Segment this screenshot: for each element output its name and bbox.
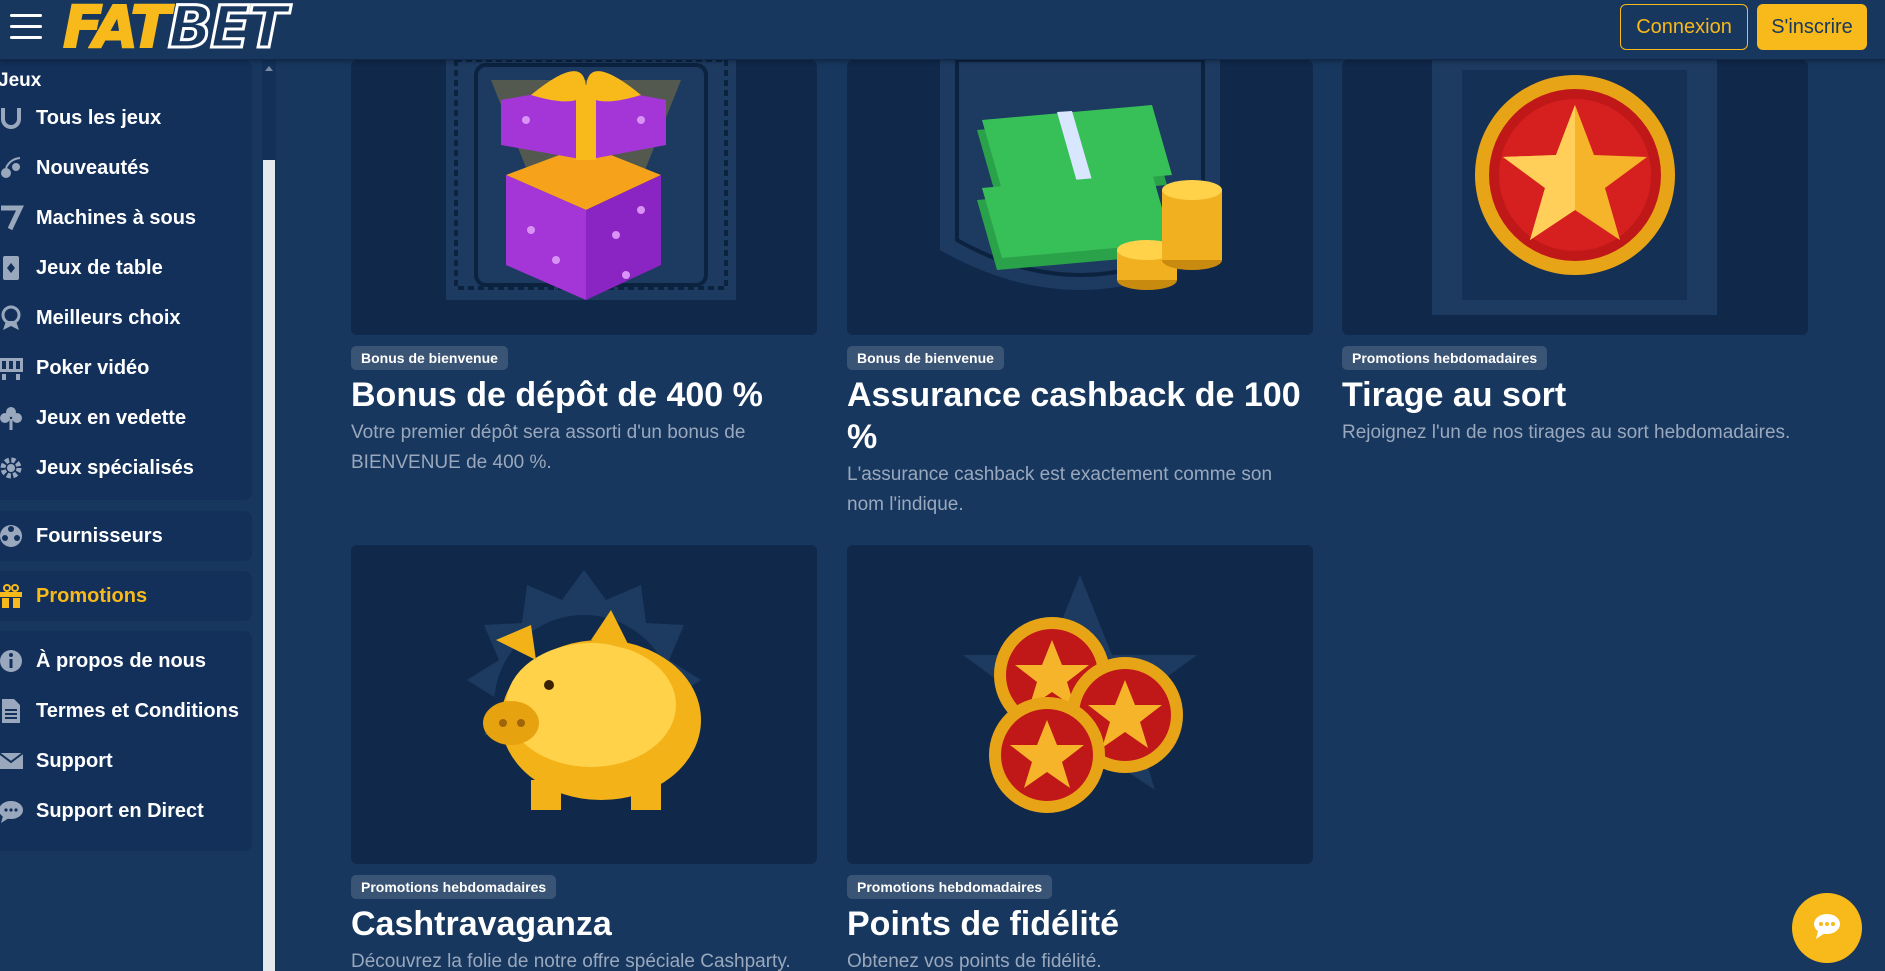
sidebar-item-label: Jeux de table — [36, 256, 163, 279]
sidebar-item-label: Meilleurs choix — [36, 306, 181, 329]
category-badge: Bonus de bienvenue — [351, 346, 508, 370]
sidebar-item-label: À propos de nous — [36, 649, 206, 672]
chat-icon — [0, 798, 24, 824]
sidebar-item-slots[interactable]: Machines à sous — [0, 196, 252, 240]
sidebar-item-top-picks[interactable]: Meilleurs choix — [0, 296, 252, 340]
sidebar-item-video-poker[interactable]: Poker vidéo — [0, 346, 252, 390]
sidebar-item-label: Jeux en vedette — [36, 406, 187, 429]
sidebar-item-terms[interactable]: Termes et Conditions — [0, 689, 252, 733]
sidebar-item-table-games[interactable]: Jeux de table — [0, 246, 252, 290]
gift-box-icon[interactable] — [351, 60, 817, 335]
promo-card[interactable]: Promotions hebdomadaires Points de fidél… — [847, 545, 1313, 971]
scroll-up-arrow-icon[interactable] — [265, 66, 273, 71]
gift-icon — [0, 583, 24, 609]
card-icon — [0, 255, 24, 281]
sidebar-item-support[interactable]: Support — [0, 739, 252, 783]
sidebar-item-label: Support — [36, 749, 113, 772]
star-coins-icon[interactable] — [847, 545, 1313, 864]
live-chat-button[interactable] — [1792, 893, 1862, 963]
sidebar-info-group: À propos de nous Termes et Conditions Su… — [0, 631, 252, 851]
video-poker-icon — [0, 355, 24, 381]
cash-coins-icon[interactable] — [847, 60, 1313, 335]
info-icon — [0, 648, 24, 674]
award-icon — [0, 305, 24, 331]
sidebar-item-all-games[interactable]: Tous les jeux — [0, 96, 252, 140]
sidebar-item-label: Nouveautés — [36, 156, 150, 179]
sidebar-item-specialty[interactable]: Jeux spécialisés — [0, 446, 252, 490]
promo-card[interactable]: Bonus de bienvenue Bonus de dépôt de 400… — [351, 60, 817, 478]
sidebar-item-label: Jeux spécialisés — [36, 456, 194, 479]
category-badge: Promotions hebdomadaires — [351, 875, 557, 899]
sidebar-promotions-group: Promotions — [0, 571, 252, 621]
promo-description: Découvrez la folie de notre offre spécia… — [351, 951, 791, 971]
sidebar-item-label: Tous les jeux — [36, 106, 162, 129]
sidebar-item-providers[interactable]: Fournisseurs — [0, 514, 252, 558]
promo-title[interactable]: Cashtravaganza — [351, 903, 817, 945]
sidebar-games-group: Jeux Tous les jeux Nouveautés Machines à… — [0, 60, 252, 500]
signup-button[interactable]: S'inscrire — [1757, 4, 1867, 50]
promo-card[interactable]: Bonus de bienvenue Assurance cashback de… — [847, 60, 1313, 520]
promo-title[interactable]: Bonus de dépôt de 400 % — [351, 374, 817, 416]
chat-bubble-icon — [1812, 912, 1842, 945]
sidebar-item-label: Termes et Conditions — [36, 699, 239, 722]
horseshoe-icon — [0, 105, 24, 131]
sidebar-item-featured[interactable]: Jeux en vedette — [0, 396, 252, 440]
login-button[interactable]: Connexion — [1620, 4, 1748, 50]
promo-description: L'assurance cashback est exactement comm… — [847, 464, 1273, 515]
piggy-bank-icon[interactable] — [351, 545, 817, 864]
clover-icon — [0, 405, 24, 431]
sidebar-item-label: Poker vidéo — [36, 356, 150, 379]
cherry-icon — [0, 155, 24, 181]
sidebar-item-label: Promotions — [36, 584, 148, 607]
category-badge: Promotions hebdomadaires — [1342, 346, 1548, 370]
mail-icon — [0, 748, 24, 774]
reel-icon — [0, 523, 24, 549]
sidebar-providers-group: Fournisseurs — [0, 511, 252, 561]
promo-card[interactable]: Promotions hebdomadaires Cashtravaganza … — [351, 545, 817, 971]
sidebar-heading-games: Jeux — [0, 70, 42, 91]
sidebar-item-label: Machines à sous — [36, 206, 197, 229]
sidebar-scrollbar[interactable] — [262, 60, 276, 971]
scrollbar-thumb[interactable] — [263, 160, 275, 971]
document-icon — [0, 698, 24, 724]
category-badge: Promotions hebdomadaires — [847, 875, 1053, 899]
promo-description: Votre premier dépôt sera assorti d'un bo… — [351, 422, 746, 473]
sidebar-item-live-support[interactable]: Support en Direct — [0, 789, 252, 833]
promo-title[interactable]: Assurance cashback de 100 % — [847, 374, 1313, 458]
sidebar-item-new-games[interactable]: Nouveautés — [0, 146, 252, 190]
promo-description: Rejoignez l'un de nos tirages au sort he… — [1342, 422, 1791, 443]
sidebar: Jeux Tous les jeux Nouveautés Machines à… — [0, 60, 275, 971]
sidebar-item-about[interactable]: À propos de nous — [0, 639, 252, 683]
star-medal-icon[interactable] — [1342, 60, 1808, 335]
top-header: FATBET Connexion S'inscrire — [0, 0, 1885, 60]
seven-icon — [0, 205, 24, 231]
promo-description: Obtenez vos points de fidélité. — [847, 951, 1102, 971]
sidebar-item-label: Support en Direct — [36, 799, 204, 822]
promo-title[interactable]: Points de fidélité — [847, 903, 1313, 945]
promo-title[interactable]: Tirage au sort — [1342, 374, 1808, 416]
fatbet-logo[interactable]: FATBET — [62, 0, 289, 58]
category-badge: Bonus de bienvenue — [847, 346, 1004, 370]
menu-icon[interactable] — [10, 14, 42, 40]
sidebar-item-label: Fournisseurs — [36, 524, 163, 547]
promo-card[interactable]: Promotions hebdomadaires Tirage au sort … — [1342, 60, 1808, 448]
gear-icon — [0, 455, 24, 481]
sidebar-item-promotions[interactable]: Promotions — [0, 574, 252, 618]
